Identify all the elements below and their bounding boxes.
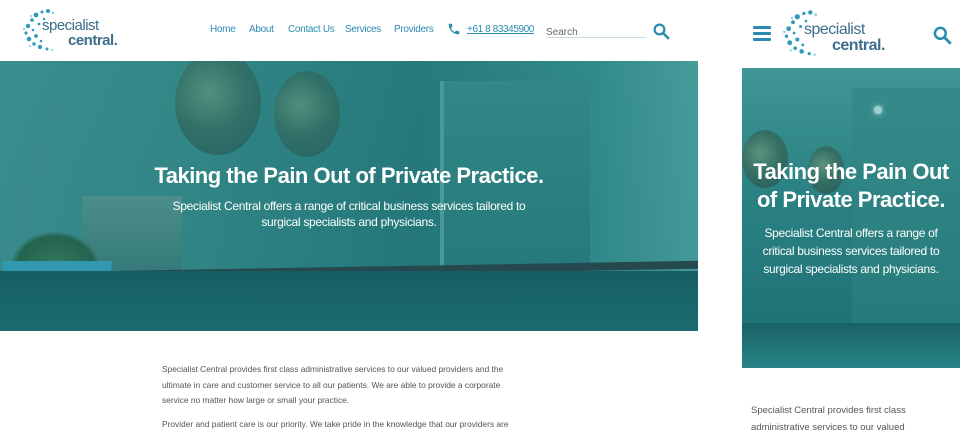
nav-about[interactable]: About <box>249 24 274 35</box>
hero-banner: Taking the Pain Out of Private Practice.… <box>0 61 698 331</box>
intro-paragraph-2: Provider and patient care is our priorit… <box>162 418 509 429</box>
nav-providers[interactable]: Providers <box>394 24 434 35</box>
intro-content: Specialist Central provides first class … <box>162 362 527 440</box>
intro-paragraph-1: Specialist Central provides first class … <box>162 364 504 405</box>
logo-word-central: central. <box>68 32 118 49</box>
mobile-site-logo[interactable]: specialist central. <box>780 7 890 59</box>
menu-icon[interactable] <box>753 26 771 42</box>
mobile-logo-word-central: central. <box>832 37 885 54</box>
phone-icon <box>448 23 460 35</box>
search-icon[interactable] <box>652 22 670 40</box>
nav-home[interactable]: Home <box>210 24 236 35</box>
phone-link[interactable]: +61 8 83345900 <box>447 22 534 36</box>
mobile-hero-subtitle: Specialist Central offers a range of cri… <box>762 226 940 276</box>
hero-subtitle: Specialist Central offers a range of cri… <box>172 199 526 229</box>
desktop-view: specialist central. Home About Contact U… <box>0 0 698 436</box>
mobile-search-icon[interactable] <box>932 25 952 45</box>
hero-overlay <box>0 61 698 331</box>
nav-contact-us[interactable]: Contact Us <box>288 24 335 35</box>
search-input[interactable] <box>546 24 646 41</box>
mobile-hero-title: Taking the Pain Out of Private Practice. <box>753 159 949 212</box>
nav-services[interactable]: Services <box>345 24 381 35</box>
mobile-hero-banner: Taking the Pain Out of Private Practice.… <box>742 68 960 368</box>
logo-word-specialist: specialist <box>42 17 99 34</box>
mobile-logo-word-specialist: specialist <box>804 21 865 38</box>
phone-number: +61 8 83345900 <box>467 23 534 35</box>
mobile-intro-paragraph: Specialist Central provides first class … <box>751 405 906 433</box>
site-logo[interactable]: specialist central. <box>20 6 120 54</box>
search-box <box>546 22 646 41</box>
mobile-hero-overlay <box>742 68 960 368</box>
hero-title: Taking the Pain Out of Private Practice. <box>154 163 544 188</box>
mobile-view: specialist central. Taking the Pain Out … <box>742 0 960 436</box>
